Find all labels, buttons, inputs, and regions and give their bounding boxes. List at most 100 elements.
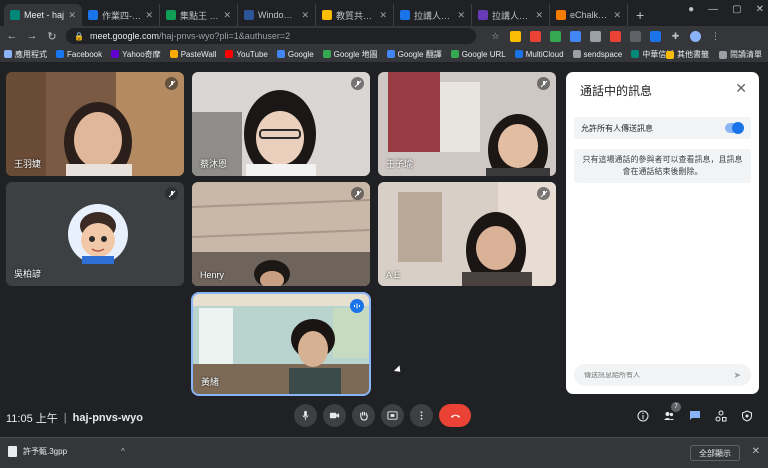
meeting-time: 11:05 上午 <box>6 413 58 425</box>
extension-icon[interactable] <box>510 30 521 42</box>
close-tab-icon[interactable]: ✕ <box>535 10 543 21</box>
puzzle-icon[interactable]: ✚ <box>670 31 681 42</box>
bookmark-facebook[interactable]: Facebook <box>56 50 102 59</box>
bookmark-apps[interactable]: 應用程式 <box>4 49 47 60</box>
allow-messages-toggle[interactable] <box>725 122 744 134</box>
camera-button[interactable] <box>323 404 346 427</box>
link-icon <box>450 50 459 58</box>
maximize-icon[interactable]: ▢ <box>732 4 741 15</box>
close-tab-icon[interactable]: ✕ <box>68 10 76 21</box>
close-tab-icon[interactable]: ✕ <box>613 10 621 21</box>
muted-mic-icon <box>537 77 550 90</box>
mouse-cursor-icon <box>393 365 404 375</box>
meeting-info-button[interactable] <box>636 409 650 423</box>
chat-message-input[interactable] <box>584 371 734 379</box>
participant-tile[interactable]: A E <box>378 182 556 286</box>
close-tab-icon[interactable]: ✕ <box>301 10 309 21</box>
bookmark-google-url[interactable]: Google URL <box>450 50 506 59</box>
tab-6[interactable]: 拉講人室湖做 ✕ <box>394 4 472 26</box>
more-vert-icon <box>420 411 423 420</box>
close-tab-icon[interactable]: ✕ <box>223 10 231 21</box>
tab-7[interactable]: 拉講人筆刷K和 ✕ <box>472 4 550 26</box>
raise-hand-button[interactable] <box>352 404 375 427</box>
show-all-downloads-button[interactable]: 全部顯示 <box>690 445 740 461</box>
people-button[interactable]: 7 <box>662 402 681 423</box>
chat-button[interactable] <box>688 409 702 423</box>
profile-icon[interactable]: ● <box>688 4 694 15</box>
send-icon[interactable]: ➤ <box>733 370 741 381</box>
extension-icon[interactable] <box>610 30 621 42</box>
tab-8[interactable]: eChalk: Music ✕ <box>550 4 628 26</box>
participant-tile[interactable]: 王羽婕 <box>6 72 184 176</box>
close-tab-icon[interactable]: ✕ <box>379 10 387 21</box>
participant-video <box>378 182 556 286</box>
tab-label: eChalk: Music <box>570 10 609 20</box>
host-controls-button[interactable] <box>740 409 754 423</box>
mic-button[interactable] <box>294 404 317 427</box>
bookmark-sendspace[interactable]: sendspace <box>572 50 622 59</box>
participant-tile[interactable]: Henry <box>192 182 370 286</box>
window-controls: ● — ▢ ✕ <box>688 4 764 15</box>
sendspace-icon <box>572 50 581 58</box>
forward-icon[interactable]: → <box>26 30 38 42</box>
present-button[interactable] <box>381 404 404 427</box>
extension-icon[interactable] <box>590 30 601 42</box>
url-field[interactable]: 🔒 meet.google.com/haj-pnvs-wyo?pli=1&aut… <box>66 28 476 44</box>
close-shelf-icon[interactable]: ✕ <box>752 446 760 457</box>
bookmark-youtube[interactable]: YouTube <box>225 50 268 59</box>
bank-icon <box>631 50 640 58</box>
close-chat-icon[interactable]: ✕ <box>735 80 747 97</box>
extension-icon[interactable] <box>530 30 541 42</box>
participant-tile[interactable]: 蔡沐恩 <box>192 72 370 176</box>
hand-icon <box>360 411 368 421</box>
bookmark-reading-list[interactable]: 閱讀清單 <box>719 49 762 60</box>
tab-3[interactable]: 集點王 - Goog ✕ <box>160 4 238 26</box>
close-tab-icon[interactable]: ✕ <box>145 10 153 21</box>
bookmark-google-maps[interactable]: Google 地圖 <box>322 49 378 60</box>
tab-4[interactable]: Windows 10 ( ✕ <box>238 4 316 26</box>
translate-icon <box>386 50 395 58</box>
download-item[interactable]: 許予甄.3gpp ^ <box>8 446 125 457</box>
extension-icon[interactable] <box>630 30 641 42</box>
bookmark-yahoo[interactable]: Yahoo奇摩 <box>111 49 161 60</box>
menu-dots-icon[interactable]: ⋮ <box>710 31 721 42</box>
chat-icon <box>690 411 700 420</box>
lock-icon[interactable]: 🔒 <box>74 32 84 41</box>
pastewall-icon <box>169 50 178 58</box>
participant-video <box>193 294 369 394</box>
url-host: meet.google.com <box>89 31 160 41</box>
extension-icon[interactable] <box>570 30 581 42</box>
participant-name: A E <box>386 270 401 280</box>
new-tab-button[interactable]: + <box>628 4 652 26</box>
youtube-icon <box>225 50 234 58</box>
bookmark-google[interactable]: Google <box>276 50 314 59</box>
tab-2[interactable]: 作業四-全曲刻 ✕ <box>82 4 160 26</box>
end-call-button[interactable] <box>439 404 471 427</box>
participant-tile-speaking[interactable]: 黃緒 <box>191 292 371 396</box>
activities-button[interactable] <box>714 409 728 423</box>
tab-meet[interactable]: Meet - haj ✕ <box>4 4 82 26</box>
more-options-button[interactable] <box>410 404 433 427</box>
bookmark-google-translate[interactable]: Google 翻譯 <box>386 49 442 60</box>
reload-icon[interactable]: ↻ <box>46 30 58 43</box>
bookmark-other[interactable]: 其他書籤 <box>666 49 709 60</box>
tab-5[interactable]: 教質共用 - Go ✕ <box>316 4 394 26</box>
meeting-details: 11:05 上午 | haj-pnvs-wyo <box>6 410 143 426</box>
minimize-icon[interactable]: — <box>708 4 718 15</box>
reading-list-icon <box>719 50 727 59</box>
bookmark-pastewall[interactable]: PasteWall <box>169 50 216 59</box>
extension-icon[interactable] <box>550 30 561 42</box>
right-controls: 7 <box>636 402 754 423</box>
participant-tile[interactable]: 吳柏諺 <box>6 182 184 286</box>
yahoo-icon <box>111 50 120 58</box>
bookmark-multicloud[interactable]: MultiCloud <box>514 50 564 59</box>
close-window-icon[interactable]: ✕ <box>756 4 764 15</box>
chat-input-box: ➤ <box>574 364 751 386</box>
chevron-up-icon[interactable]: ^ <box>121 447 125 456</box>
close-tab-icon[interactable]: ✕ <box>457 10 465 21</box>
back-icon[interactable]: ← <box>6 30 18 42</box>
extension-icon[interactable] <box>650 30 661 42</box>
avatar[interactable] <box>690 30 701 42</box>
participant-tile[interactable]: 王子瑜 <box>378 72 556 176</box>
star-icon[interactable]: ☆ <box>490 31 501 42</box>
